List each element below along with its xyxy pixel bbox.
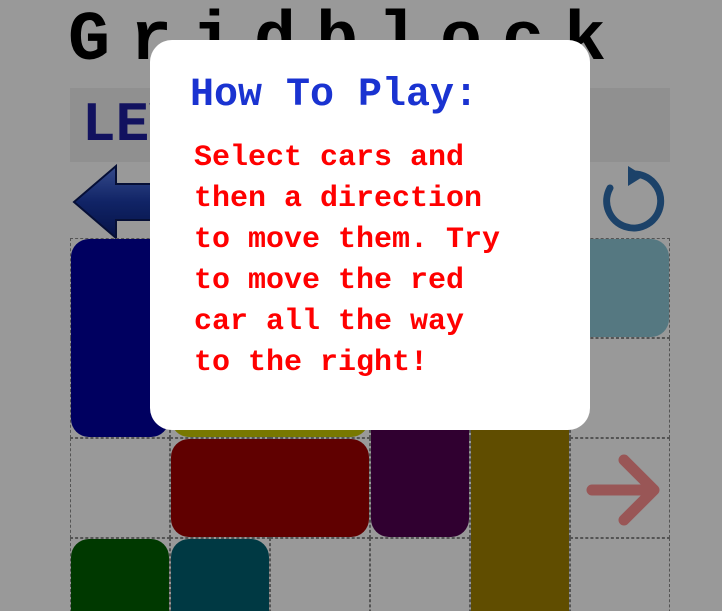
dialog-title: How To Play:	[190, 73, 479, 118]
dialog-instructions: Select cars and then a direction to move…	[194, 141, 501, 380]
how-to-play-dialog[interactable]: How To Play: Select cars and then a dire…	[150, 40, 590, 430]
game-screen: Gridblock LEVEL 1 How To Play	[0, 0, 722, 611]
